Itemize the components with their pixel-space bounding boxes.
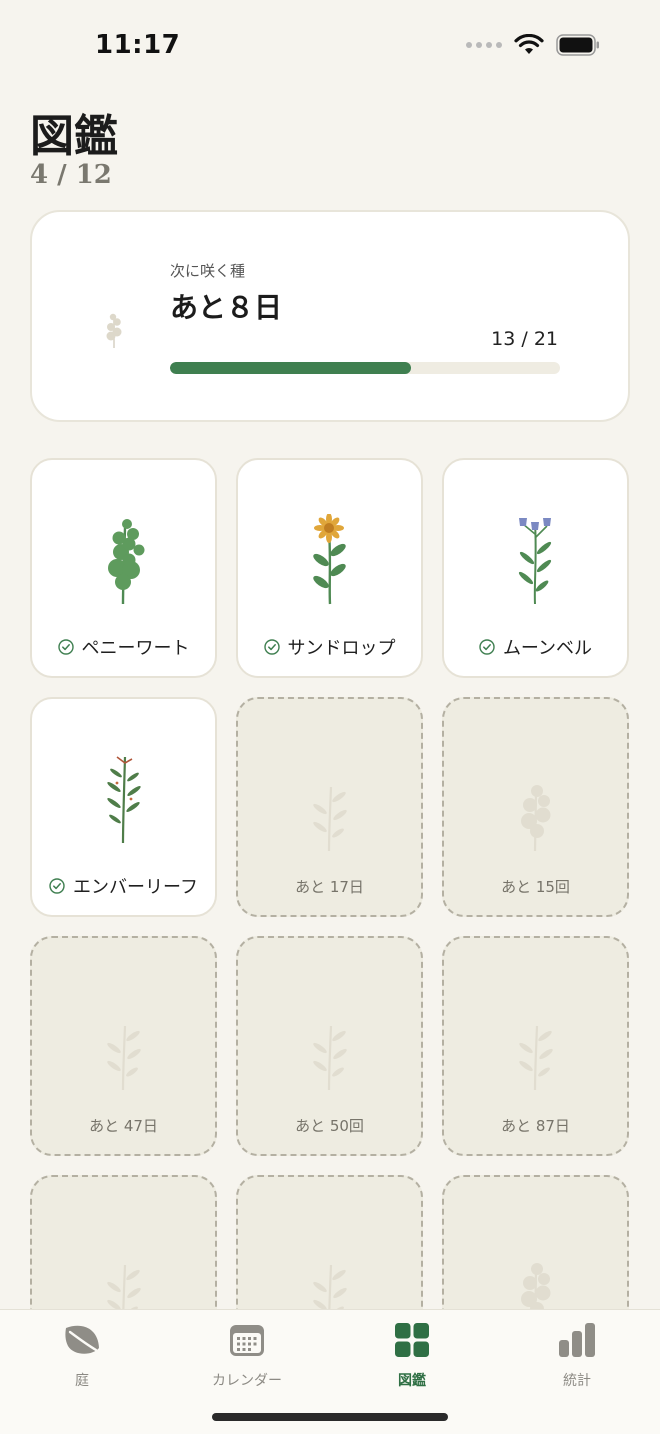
plant-card-caption: あと 50回: [238, 1115, 421, 1136]
battery-icon: [556, 34, 599, 56]
wifi-icon: [514, 34, 544, 54]
tab-collection-label: 図鑑: [398, 1373, 426, 1389]
plant-name: エンバーリーフ: [73, 877, 198, 898]
next-bloom-progress-text: 13 / 21: [491, 328, 558, 350]
plant-name: サンドロップ: [287, 638, 396, 659]
next-bloom-countdown: あと８日: [170, 291, 283, 324]
unlock-requirement: あと 15回: [501, 878, 570, 896]
page-title: 図鑑: [30, 111, 118, 162]
next-bloom-progress-bar: [170, 362, 560, 374]
locked-plant-card[interactable]: あと 87日: [442, 936, 629, 1156]
locked-round-leaf-icon: [444, 1261, 627, 1310]
collection-grid: ペニーワート サンドロップ ムーンベル エンバーリーフ あと 17日 あと 15…: [30, 458, 630, 1310]
unlock-requirement: あと 47日: [89, 1117, 158, 1135]
plant-card-caption: ペニーワート: [32, 634, 215, 660]
collection-count: 4 / 12: [30, 160, 112, 190]
next-bloom-card[interactable]: 次に咲く種 あと８日 13 / 21: [30, 210, 630, 422]
locked-plant-card[interactable]: [442, 1175, 629, 1310]
locked-sprig-icon: [238, 1261, 421, 1310]
tab-stats[interactable]: 統計: [517, 1320, 637, 1392]
check-circle-icon: [263, 639, 280, 655]
tab-calendar[interactable]: カレンダー: [187, 1320, 307, 1392]
locked-sprig-icon: [238, 783, 421, 853]
plant-card-caption: エンバーリーフ: [32, 873, 215, 899]
locked-plant-card[interactable]: [236, 1175, 423, 1310]
check-circle-icon: [57, 639, 74, 655]
plant-card[interactable]: サンドロップ: [236, 458, 423, 678]
status-bar: 11:17: [0, 0, 660, 96]
locked-sprig-icon: [238, 1022, 421, 1092]
locked-round-leaf-icon: [444, 783, 627, 853]
tab-stats-label: 統計: [563, 1373, 591, 1389]
tab-garden[interactable]: 庭: [22, 1320, 142, 1392]
status-icons: [466, 34, 600, 56]
plant-card[interactable]: エンバーリーフ: [30, 697, 217, 917]
plant-card[interactable]: ペニーワート: [30, 458, 217, 678]
bar-chart-icon: [559, 1323, 595, 1357]
plant-card-caption: サンドロップ: [238, 634, 421, 660]
plant-card-caption: あと 47日: [32, 1115, 215, 1136]
emberleaf-plant-icon: [32, 753, 215, 845]
plant-card-caption: あと 87日: [444, 1115, 627, 1136]
tab-collection[interactable]: 図鑑: [352, 1320, 472, 1392]
grid-icon: [395, 1323, 429, 1357]
next-bloom-progress-fill: [170, 362, 412, 374]
plant-name: ペニーワート: [81, 638, 190, 659]
plant-name: ムーンベル: [502, 638, 593, 659]
locked-sprig-icon: [32, 1022, 215, 1092]
plant-card[interactable]: ムーンベル: [442, 458, 629, 678]
tab-garden-label: 庭: [75, 1373, 89, 1389]
moonbell-flower-icon: [444, 514, 627, 606]
leaf-icon: [65, 1325, 99, 1354]
unlock-requirement: あと 50回: [295, 1117, 364, 1135]
locked-plant-card[interactable]: あと 17日: [236, 697, 423, 917]
check-circle-icon: [49, 878, 65, 894]
plant-card-caption: ムーンベル: [444, 634, 627, 660]
tab-calendar-label: カレンダー: [212, 1373, 282, 1389]
plant-card-caption: あと 17日: [238, 876, 421, 897]
locked-plant-card[interactable]: [30, 1175, 217, 1310]
cellular-signal-icon: [466, 42, 502, 48]
unlock-requirement: あと 87日: [501, 1117, 570, 1135]
home-indicator: [212, 1413, 448, 1421]
locked-plant-card[interactable]: あと 15回: [442, 697, 629, 917]
next-bloom-label: 次に咲く種: [170, 262, 246, 280]
pennywort-plant-icon: [32, 514, 215, 606]
locked-sprig-icon: [32, 1261, 215, 1310]
sundrop-flower-icon: [238, 514, 421, 606]
locked-sprig-icon: [444, 1022, 627, 1092]
calendar-icon: [230, 1325, 264, 1356]
check-circle-icon: [479, 639, 495, 655]
locked-plant-card[interactable]: あと 47日: [30, 936, 217, 1156]
unlock-requirement: あと 17日: [295, 878, 364, 896]
seed-sprout-icon: [106, 313, 122, 348]
status-time: 11:17: [95, 30, 181, 60]
plant-card-caption: あと 15回: [444, 876, 627, 897]
locked-plant-card[interactable]: あと 50回: [236, 936, 423, 1156]
